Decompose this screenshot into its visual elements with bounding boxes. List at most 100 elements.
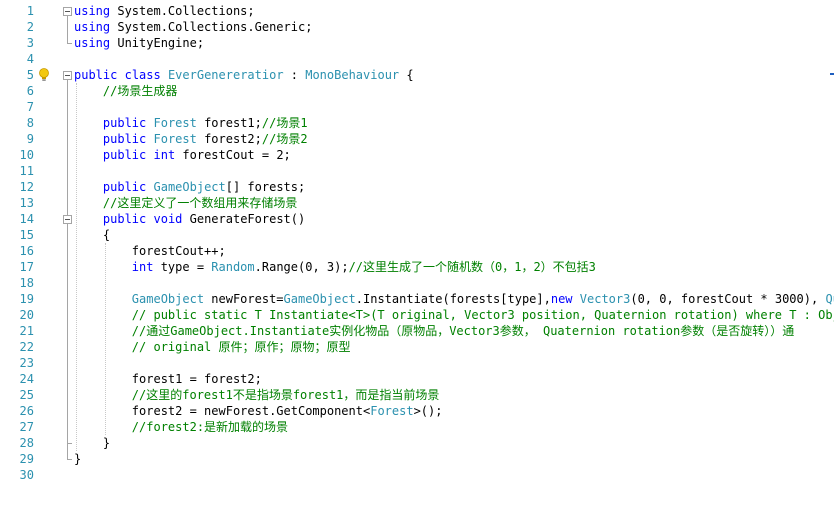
line-number: 11 <box>19 164 34 178</box>
code-token: .Instantiate(forests[type], <box>355 292 551 306</box>
code-line: forest2 = newForest.GetComponent<Forest>… <box>74 403 443 419</box>
outline-end <box>67 443 72 444</box>
code-line: //通过GameObject.Instantiate实例化物品（原物品，Vect… <box>74 323 794 339</box>
code-token: int <box>153 148 176 162</box>
code-token: (0, 0, forestCout * 3000), <box>630 292 826 306</box>
code-token: Vector3 <box>579 292 631 306</box>
code-line: public GameObject[] forests; <box>74 179 305 195</box>
code-token: using <box>74 20 111 34</box>
line-number: 28 <box>19 436 34 450</box>
code-line: // original 原件；原作；原物；原型 <box>74 339 351 355</box>
line-number: 25 <box>19 388 34 402</box>
code-token: UnityEngine; <box>110 36 205 50</box>
code-token: //这里的forest1不是指场景forest1，而是指当前场景 <box>131 388 440 402</box>
code-line: // public static T Instantiate<T>(T orig… <box>74 307 834 323</box>
code-line: { <box>74 227 110 243</box>
code-token: using <box>74 4 111 18</box>
code-token: { <box>74 228 111 242</box>
code-token: : <box>283 68 306 82</box>
collapse-region-icon[interactable] <box>63 71 72 80</box>
collapse-region-icon[interactable] <box>63 7 72 16</box>
code-token: // public static T Instantiate<T>(T orig… <box>131 308 834 322</box>
code-line: //forest2:是新加载的场景 <box>74 419 288 435</box>
code-token: .Range(0, 3); <box>254 260 349 274</box>
code-text-area[interactable]: using System.Collections; using System.Co… <box>74 0 834 507</box>
line-number: 21 <box>19 324 34 338</box>
line-number: 27 <box>19 420 34 434</box>
line-number: 5 <box>26 68 34 82</box>
code-token: forest1 = forest2; <box>74 372 262 386</box>
line-number: 14 <box>19 212 34 226</box>
code-token: public <box>102 180 147 194</box>
code-token: //场景2 <box>261 132 308 146</box>
indent-guide <box>76 83 77 451</box>
code-token: forest1; <box>196 116 262 130</box>
line-number: 8 <box>26 116 34 130</box>
line-number: 20 <box>19 308 34 322</box>
code-line: //这里的forest1不是指场景forest1，而是指当前场景 <box>74 387 440 403</box>
code-token: int <box>131 260 154 274</box>
outline-guide <box>67 224 68 443</box>
line-number: 4 <box>26 52 34 66</box>
code-token: public <box>102 212 147 226</box>
outline-guide <box>67 16 68 43</box>
code-token: Forest <box>153 116 197 130</box>
outline-end <box>67 43 72 44</box>
code-editor[interactable]: 1 2 3 4 5 6 7 8 9 10 11 12 13 14 15 16 17 18 19 20 21 22 23 24 2… <box>0 0 834 507</box>
code-token: EverGenereratior <box>167 68 284 82</box>
code-token: void <box>153 212 183 226</box>
line-number: 7 <box>26 100 34 114</box>
code-token: GameObject <box>131 292 205 306</box>
code-token: new <box>550 292 573 306</box>
code-token: Quat <box>825 292 834 306</box>
code-token: public <box>102 116 147 130</box>
code-line: } <box>74 435 110 451</box>
lightbulb-icon[interactable] <box>38 67 50 81</box>
code-line: GameObject newForest=GameObject.Instanti… <box>74 291 834 307</box>
line-number: 1 <box>26 4 34 18</box>
code-token: GameObject <box>283 292 356 306</box>
scroll-position-marker <box>830 73 834 75</box>
code-token: >(); <box>413 404 443 418</box>
code-token: type = <box>153 260 212 274</box>
code-token: } <box>74 452 82 466</box>
code-line: //这里定义了一个数组用来存储场景 <box>74 195 297 211</box>
code-token: //场景1 <box>261 116 308 130</box>
code-token: [] forests; <box>225 180 306 194</box>
line-number: 6 <box>26 84 34 98</box>
line-number: 29 <box>19 452 34 466</box>
line-number: 2 <box>26 20 34 34</box>
code-token: public <box>74 68 118 82</box>
code-token: newForest= <box>204 292 284 306</box>
code-token: Forest <box>370 404 414 418</box>
code-token: //forest2:是新加载的场景 <box>131 420 289 434</box>
code-line: public Forest forest1;//场景1 <box>74 115 308 131</box>
code-token: //通过GameObject.Instantiate实例化物品（原物品，Vect… <box>131 324 795 338</box>
code-line: int type = Random.Range(0, 3);//这里生成了一个随… <box>74 259 596 275</box>
collapse-region-icon[interactable] <box>63 215 72 224</box>
line-number: 24 <box>19 372 34 386</box>
code-token: //这里定义了一个数组用来存储场景 <box>102 196 298 210</box>
line-number: 22 <box>19 340 34 354</box>
line-number: 10 <box>19 148 34 162</box>
code-line: //场景生成器 <box>74 83 177 99</box>
code-token: System.Collections; <box>110 4 255 18</box>
